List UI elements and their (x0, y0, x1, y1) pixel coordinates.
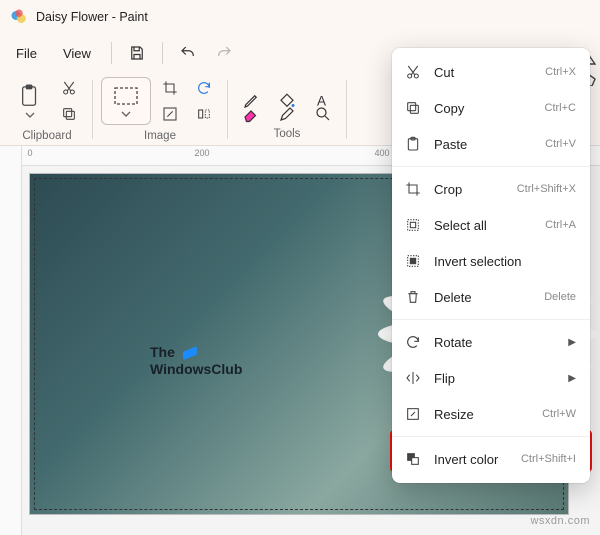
ctx-label: Invert color (434, 452, 509, 467)
copy-button[interactable] (54, 102, 84, 126)
zoom-tool[interactable] (308, 102, 338, 126)
ctx-label: Cut (434, 65, 533, 80)
rotate-button[interactable] (189, 76, 219, 100)
chevron-right-icon: ▶ (568, 337, 576, 348)
ctx-label: Paste (434, 137, 533, 152)
ctx-invert-color[interactable]: Invert color Ctrl+Shift+I (392, 441, 590, 477)
ruler-tick: 200 (182, 148, 222, 158)
ctx-shortcut: Ctrl+Shift+X (517, 183, 576, 195)
ctx-label: Select all (434, 218, 533, 233)
paste-button[interactable] (10, 77, 50, 125)
rotate-icon (404, 333, 422, 351)
invert-selection-icon (404, 252, 422, 270)
ctx-shortcut: Ctrl+C (545, 102, 576, 114)
ribbon-group-clipboard: Clipboard (4, 74, 90, 145)
ribbon-separator (346, 80, 347, 139)
flip-icon (404, 369, 422, 387)
resize-button[interactable] (155, 102, 185, 126)
ctx-label: Delete (434, 290, 532, 305)
ctx-invert-selection[interactable]: Invert selection (392, 243, 590, 279)
select-all-icon (404, 216, 422, 234)
ctx-rotate[interactable]: Rotate ▶ (392, 324, 590, 360)
brand-icon (183, 346, 197, 360)
ctx-label: Rotate (434, 335, 556, 350)
crop-icon (404, 180, 422, 198)
app-icon (10, 8, 28, 26)
ctx-separator (392, 166, 590, 167)
save-button[interactable] (120, 38, 154, 68)
copy-icon (404, 99, 422, 117)
ctx-flip[interactable]: Flip ▶ (392, 360, 590, 396)
ribbon-group-image: Image (95, 74, 225, 145)
ctx-delete[interactable]: Delete Delete (392, 279, 590, 315)
ctx-shortcut: Ctrl+W (542, 408, 576, 420)
window-title: Daisy Flower - Paint (36, 10, 148, 24)
brand-watermark: The WindowsClub (150, 344, 242, 378)
chevron-down-icon (121, 111, 131, 117)
crop-button[interactable] (155, 76, 185, 100)
picker-tool[interactable] (272, 102, 302, 126)
undo-button[interactable] (171, 38, 205, 68)
ctx-cut[interactable]: Cut Ctrl+X (392, 54, 590, 90)
chevron-down-icon (25, 112, 35, 118)
menu-divider (111, 42, 112, 64)
ctx-shortcut: Ctrl+A (545, 219, 576, 231)
ctx-label: Invert selection (434, 254, 576, 269)
ctx-separator (392, 436, 590, 437)
delete-icon (404, 288, 422, 306)
ctx-resize[interactable]: Resize Ctrl+W (392, 396, 590, 432)
ribbon-separator (227, 80, 228, 139)
ctx-shortcut: Ctrl+X (545, 66, 576, 78)
ctx-label: Flip (434, 371, 556, 386)
source-watermark: wsxdn.com (530, 515, 590, 527)
ctx-shortcut: Delete (544, 291, 576, 303)
ctx-paste[interactable]: Paste Ctrl+V (392, 126, 590, 162)
menu-file[interactable]: File (4, 40, 49, 67)
redo-button[interactable] (207, 38, 241, 68)
ctx-shortcut: Ctrl+Shift+I (521, 453, 576, 465)
group-label-clipboard: Clipboard (22, 130, 71, 142)
brand-line2: WindowsClub (150, 361, 242, 377)
vertical-ruler (0, 146, 22, 535)
ctx-crop[interactable]: Crop Ctrl+Shift+X (392, 171, 590, 207)
ctx-label: Copy (434, 101, 533, 116)
ctx-shortcut: Ctrl+V (545, 138, 576, 150)
ctx-select-all[interactable]: Select all Ctrl+A (392, 207, 590, 243)
eraser-tool[interactable] (236, 102, 266, 126)
resize-icon (404, 405, 422, 423)
cut-icon (404, 63, 422, 81)
context-menu: Cut Ctrl+X Copy Ctrl+C Paste Ctrl+V Crop… (392, 48, 590, 483)
group-label-tools: Tools (274, 128, 301, 140)
menu-divider (162, 42, 163, 64)
flip-button[interactable] (189, 102, 219, 126)
brand-line1: The (150, 344, 175, 360)
chevron-right-icon: ▶ (568, 373, 576, 384)
ctx-label: Crop (434, 182, 505, 197)
cut-button[interactable] (54, 76, 84, 100)
title-bar: Daisy Flower - Paint (0, 0, 600, 34)
invert-color-icon (404, 450, 422, 468)
ctx-label: Resize (434, 407, 530, 422)
ribbon-separator (92, 80, 93, 139)
ctx-copy[interactable]: Copy Ctrl+C (392, 90, 590, 126)
select-tool[interactable] (101, 77, 151, 125)
paste-icon (404, 135, 422, 153)
group-label-image: Image (144, 130, 176, 142)
ribbon-group-tools: A Tools (230, 74, 344, 145)
menu-view[interactable]: View (51, 40, 103, 67)
ctx-separator (392, 319, 590, 320)
